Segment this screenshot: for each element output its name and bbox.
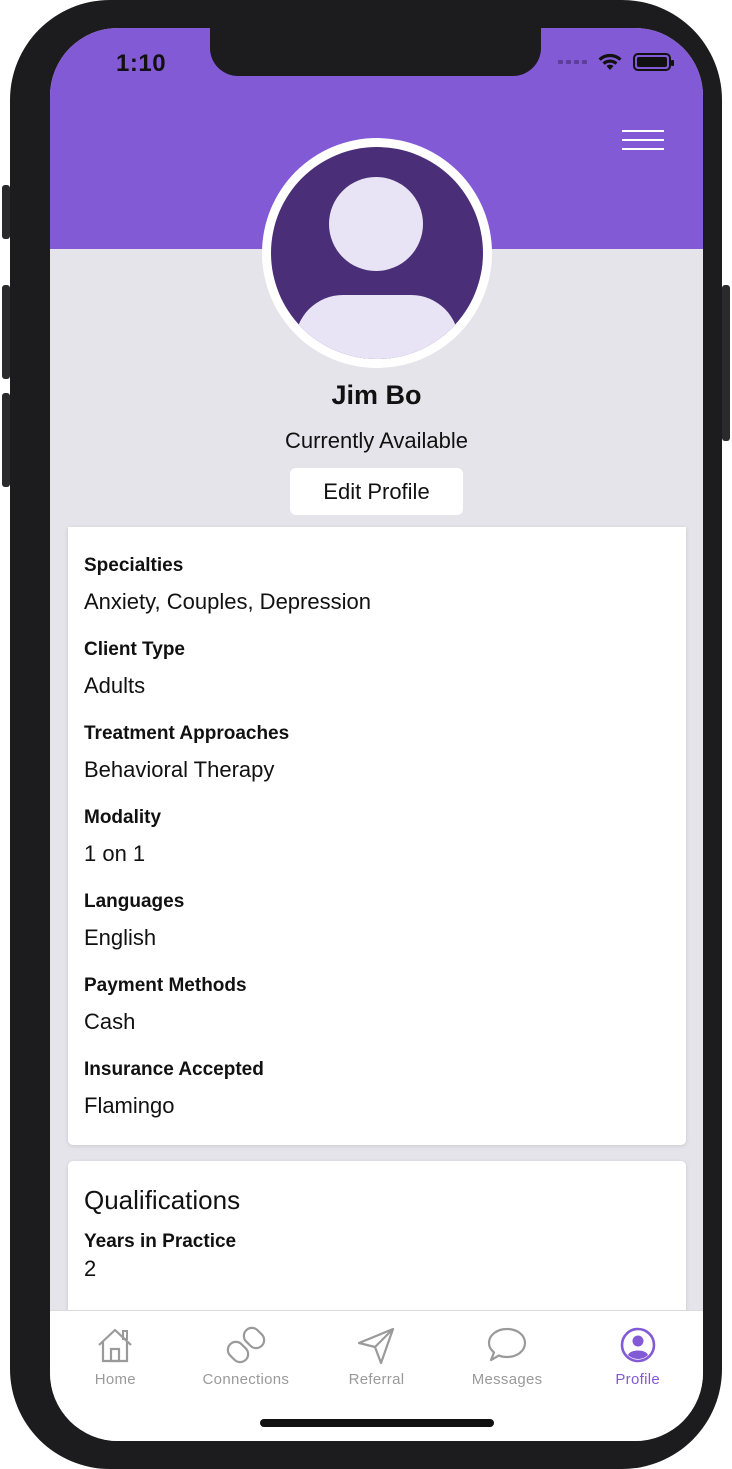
battery-icon	[633, 53, 674, 71]
tab-label: Home	[94, 1371, 136, 1388]
edit-profile-button[interactable]: Edit Profile	[290, 468, 463, 515]
years-in-practice-label: Years in Practice	[84, 1231, 237, 1252]
detail-value: 1 on 1	[84, 841, 146, 866]
tab-label: Profile	[615, 1371, 660, 1388]
screen: 1:10 Jim Bo Currently Available Edit Pro…	[50, 28, 703, 1441]
mute-switch	[2, 185, 10, 239]
notch	[210, 28, 541, 76]
detail-label: Languages	[84, 891, 185, 912]
detail-value: Anxiety, Couples, Depression	[84, 589, 371, 614]
hamburger-menu-icon[interactable]	[622, 130, 664, 154]
tab-profile[interactable]: Profile	[572, 1311, 703, 1441]
detail-label: Insurance Accepted	[84, 1059, 264, 1080]
send-icon	[358, 1327, 395, 1365]
detail-languages: Languages English	[84, 889, 670, 973]
device-frame: 1:10 Jim Bo Currently Available Edit Pro…	[2, 0, 730, 1469]
detail-specialties: Specialties Anxiety, Couples, Depression	[84, 553, 670, 637]
qualifications-card: Qualifications Years in Practice 2	[68, 1161, 686, 1321]
home-indicator	[260, 1419, 494, 1427]
detail-insurance-accepted: Insurance Accepted Flamingo	[84, 1057, 670, 1141]
detail-label: Payment Methods	[84, 975, 247, 996]
detail-value: Cash	[84, 1009, 136, 1034]
wifi-icon	[598, 53, 622, 70]
user-circle-icon	[620, 1327, 655, 1363]
detail-modality: Modality 1 on 1	[84, 805, 670, 889]
volume-down-button	[2, 393, 10, 487]
detail-client-type: Client Type Adults	[84, 637, 670, 721]
volume-up-button	[2, 285, 10, 379]
tab-home[interactable]: Home	[50, 1311, 181, 1441]
detail-label: Treatment Approaches	[84, 723, 290, 744]
avatar[interactable]	[262, 138, 492, 368]
detail-label: Client Type	[84, 639, 185, 660]
tab-label: Connections	[202, 1371, 290, 1388]
years-in-practice-value: 2	[84, 1256, 97, 1281]
detail-value: English	[84, 925, 157, 950]
profile-name: Jim Bo	[331, 380, 422, 410]
profile-details-card: Specialties Anxiety, Couples, Depression…	[68, 527, 686, 1145]
detail-label: Modality	[84, 807, 162, 828]
default-user-avatar-icon	[271, 147, 483, 359]
status-time: 1:10	[116, 50, 167, 77]
power-button	[722, 285, 730, 441]
status-icons	[558, 52, 674, 72]
detail-payment-methods: Payment Methods Cash	[84, 973, 670, 1057]
tab-label: Referral	[348, 1371, 405, 1388]
home-icon	[98, 1328, 133, 1363]
qualifications-title: Qualifications	[84, 1185, 241, 1215]
detail-value: Flamingo	[84, 1093, 175, 1118]
chat-bubble-icon	[487, 1327, 527, 1362]
link-icon	[226, 1326, 266, 1364]
detail-treatment-approaches: Treatment Approaches Behavioral Therapy	[84, 721, 670, 805]
detail-label: Specialties	[84, 555, 184, 576]
tab-label: Messages	[471, 1371, 543, 1388]
detail-value: Adults	[84, 673, 146, 698]
cellular-signal-icon	[558, 60, 587, 64]
detail-value: Behavioral Therapy	[84, 757, 275, 782]
availability-status: Currently Available	[284, 428, 469, 453]
